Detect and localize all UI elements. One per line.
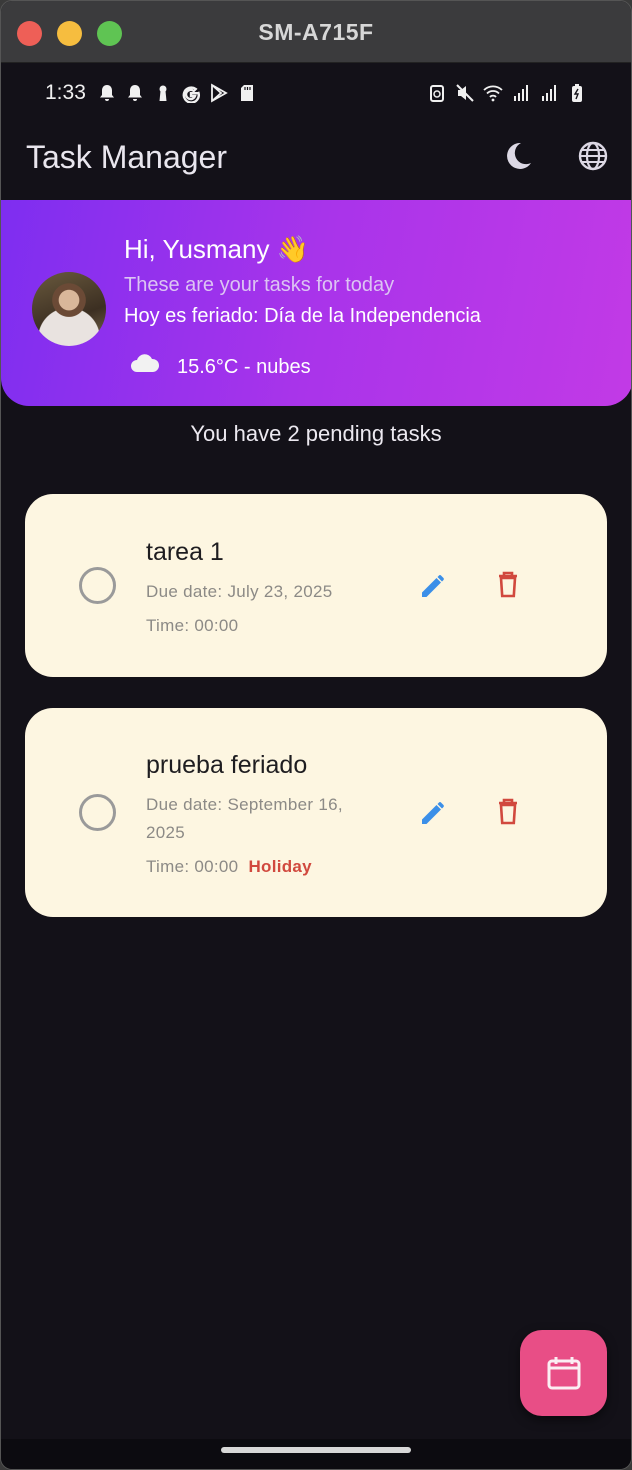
signal-icon (539, 83, 559, 103)
status-clock: 1:33 (45, 81, 86, 104)
calendar-icon (547, 1357, 581, 1390)
task-card[interactable]: prueba feriado Due date: September 16, 2… (25, 708, 607, 917)
greeting-subtitle: These are your tasks for today (124, 274, 395, 296)
task-time-text: Time: 00:00 (146, 857, 239, 876)
play-store-icon (209, 83, 229, 103)
calendar-fab-button[interactable] (520, 1330, 607, 1416)
google-icon (181, 83, 201, 104)
app-bar: Task Manager (1, 123, 631, 199)
task-complete-checkbox[interactable] (79, 794, 116, 831)
language-globe-icon[interactable] (576, 139, 612, 175)
task-time: Time: 00:00 Holiday (146, 857, 312, 877)
bell-icon (125, 83, 145, 103)
task-due-date: Due date: July 23, 2025 (146, 582, 333, 601)
delete-icon[interactable] (491, 567, 527, 603)
cloud-icon (129, 352, 161, 382)
battery-icon (567, 83, 587, 103)
bell-icon (97, 83, 117, 103)
weather-text: 15.6°C - nubes (177, 355, 311, 378)
task-title: tarea 1 (146, 538, 224, 566)
task-time-text: Time: 00:00 (146, 616, 239, 635)
mute-icon (455, 83, 475, 103)
window-title: SM-A715F (258, 19, 374, 45)
home-indicator[interactable] (221, 1447, 411, 1453)
task-complete-checkbox[interactable] (79, 567, 116, 604)
window-titlebar: SM-A715F (1, 1, 631, 63)
android-nav-bar (1, 1439, 631, 1469)
signal-icon (511, 83, 531, 103)
weather-info: 15.6°C - nubes (129, 352, 311, 382)
edit-icon[interactable] (417, 568, 453, 604)
delete-icon[interactable] (491, 794, 527, 830)
greeting-text: Hi, Yusmany 👋 (124, 234, 310, 264)
edit-icon[interactable] (417, 795, 453, 831)
holiday-notice: Hoy es feriado: Día de la Independencia (124, 305, 481, 327)
avatar[interactable] (32, 272, 106, 346)
task-card[interactable]: tarea 1 Due date: July 23, 2025 Time: 00… (25, 494, 607, 677)
holiday-badge: Holiday (248, 857, 312, 876)
wifi-icon (483, 83, 503, 103)
battery-saver-icon (427, 83, 447, 103)
pending-summary: You have 2 pending tasks (190, 421, 442, 446)
sd-card-icon (237, 83, 257, 103)
task-time: Time: 00:00 (146, 616, 238, 636)
keyhole-icon (153, 83, 173, 103)
emulator-window: SM-A715F 1:33 Task Manager Hi, Yusmany 👋… (0, 0, 632, 1470)
task-due-date: Due date: September 16, 2025 (146, 795, 343, 842)
greeting-header: Hi, Yusmany 👋 These are your tasks for t… (1, 200, 631, 406)
android-status-bar: 1:33 (1, 63, 631, 123)
app-title: Task Manager (26, 139, 227, 175)
task-title: prueba feriado (146, 751, 308, 779)
dark-mode-icon[interactable] (501, 139, 537, 175)
